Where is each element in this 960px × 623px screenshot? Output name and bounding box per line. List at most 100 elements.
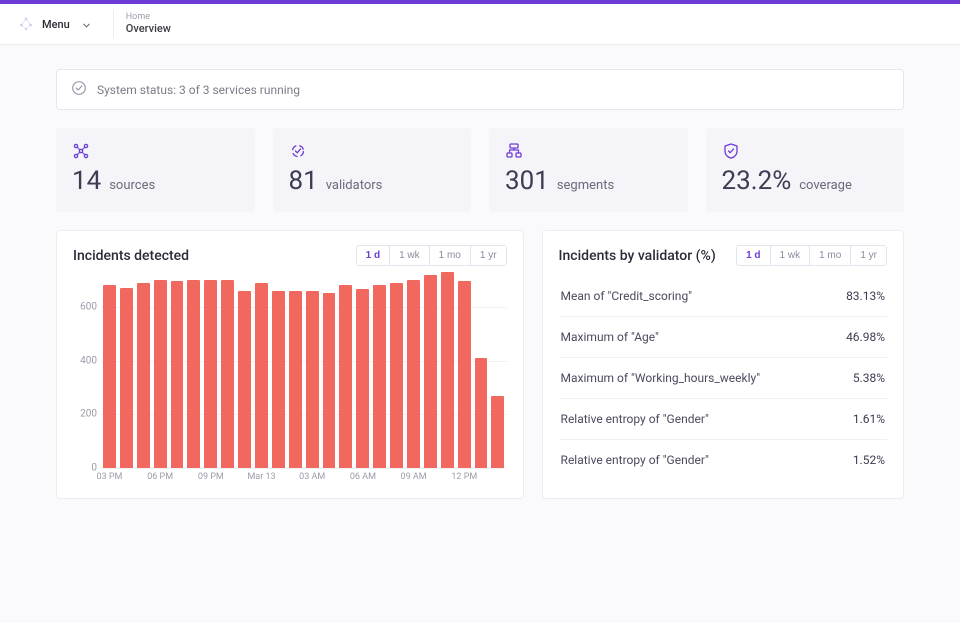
chart-bar [154,280,167,468]
chart-bar [306,291,319,468]
chart-bar [137,283,150,468]
chart-x-tick: 12 PM [451,472,477,482]
stat-value: 301 [505,166,549,196]
chart-gridline [101,468,507,469]
chart-bar [441,272,454,468]
chart-x-tick: 03 PM [96,472,122,482]
chart-x-tick: 06 PM [147,472,173,482]
validator-percent: 83.13% [846,289,885,303]
stat-label: coverage [799,178,852,193]
chart-y-axis: 0200400600 [73,276,101,486]
chart-y-tick: 400 [80,355,97,366]
check-circle-icon [71,80,87,99]
validator-name: Maximum of "Working_hours_weekly" [561,371,761,385]
stat-value: 14 [72,166,101,196]
incidents-by-validator-panel: Incidents by validator (%) 1 d1 wk1 mo1 … [542,230,904,499]
chart-bar [221,280,234,468]
chart-bar [356,289,369,468]
breadcrumb[interactable]: Home Overview [126,13,171,35]
chart-bar [272,291,285,468]
range-button-1mo[interactable]: 1 mo [809,246,850,265]
panel-header: Incidents by validator (%) 1 d1 wk1 mo1 … [559,245,887,266]
chart-bar [390,283,403,468]
chart-y-tick: 200 [80,409,97,420]
time-range-selector: 1 d1 wk1 mo1 yr [356,245,507,266]
time-range-selector: 1 d1 wk1 mo1 yr [736,245,887,266]
chart-bars [101,280,507,468]
chart-bar [120,288,133,468]
segments-icon [505,142,672,160]
panel-title: Incidents by validator (%) [559,248,716,264]
chart-bar [171,281,184,468]
validator-percent: 1.61% [853,412,885,426]
incidents-detected-panel: Incidents detected 1 d1 wk1 mo1 yr 02004… [56,230,524,499]
menu-label: Menu [42,18,70,31]
sources-icon [72,142,239,160]
validator-percent: 46.98% [846,330,885,344]
validators-icon [289,142,456,160]
range-button-1d[interactable]: 1 d [737,246,769,265]
stat-cards-row: 14 sources 81 validators [56,128,904,212]
chart-bar [323,293,336,468]
page-content: System status: 3 of 3 services running 1… [0,45,960,523]
coverage-icon [722,142,889,160]
chart-bar [103,285,116,468]
chart-x-tick: 09 AM [401,472,427,482]
panel-title: Incidents detected [73,248,189,264]
range-button-1yr[interactable]: 1 yr [470,246,506,265]
chart-y-tick: 600 [80,301,97,312]
breadcrumb-current: Overview [126,23,171,35]
panel-header: Incidents detected 1 d1 wk1 mo1 yr [73,245,507,266]
chevron-down-icon [82,15,91,34]
validator-row[interactable]: Maximum of "Working_hours_weekly" 5.38% [559,358,887,399]
validator-row[interactable]: Relative entropy of "Gender" 1.52% [559,440,887,480]
validator-percent: 5.38% [853,371,885,385]
chart-x-tick: 06 AM [350,472,376,482]
system-status-text: System status: 3 of 3 services running [97,83,300,97]
stat-card-coverage[interactable]: 23.2% coverage [706,128,905,212]
stat-label: segments [557,178,614,193]
menu-dropdown[interactable]: Menu [8,4,101,44]
stat-card-sources[interactable]: 14 sources [56,128,255,212]
chart-bar [373,285,386,468]
system-status-banner: System status: 3 of 3 services running [56,69,904,110]
incidents-bar-chart: 0200400600 03 PM06 PM09 PMMar 1303 AM06 … [73,276,507,486]
validator-row[interactable]: Maximum of "Age" 46.98% [559,317,887,358]
topbar-divider [113,10,114,38]
chart-bar [289,291,302,468]
chart-x-tick: Mar 13 [247,472,275,482]
chart-bar [187,280,200,468]
panels-row: Incidents detected 1 d1 wk1 mo1 yr 02004… [56,230,904,499]
chart-bar [407,280,420,468]
stat-card-validators[interactable]: 81 validators [273,128,472,212]
chart-bar [491,396,504,469]
validator-name: Maximum of "Age" [561,330,659,344]
range-button-1d[interactable]: 1 d [357,246,389,265]
validator-list: Mean of "Credit_scoring" 83.13% Maximum of… [559,276,887,480]
chart-x-axis: 03 PM06 PM09 PMMar 1303 AM06 AM09 AM12 P… [101,470,507,486]
stat-value: 81 [289,166,318,196]
chart-bar [238,291,251,468]
chart-x-tick: 03 AM [299,472,325,482]
chart-bar [339,285,352,468]
validator-percent: 1.52% [853,453,885,467]
validator-row[interactable]: Mean of "Credit_scoring" 83.13% [559,276,887,317]
range-button-1wk[interactable]: 1 wk [770,246,810,265]
validator-name: Relative entropy of "Gender" [561,412,709,426]
app-logo-icon [18,16,34,32]
stat-label: validators [326,178,383,193]
stat-card-segments[interactable]: 301 segments [489,128,688,212]
range-button-1wk[interactable]: 1 wk [389,246,429,265]
validator-name: Relative entropy of "Gender" [561,453,709,467]
chart-plot-area: 03 PM06 PM09 PMMar 1303 AM06 AM09 AM12 P… [101,276,507,486]
range-button-1yr[interactable]: 1 yr [850,246,886,265]
validator-name: Mean of "Credit_scoring" [561,289,692,303]
chart-x-tick: 09 PM [198,472,224,482]
chart-bar [255,283,268,468]
range-button-1mo[interactable]: 1 mo [429,246,470,265]
validator-row[interactable]: Relative entropy of "Gender" 1.61% [559,399,887,440]
stat-label: sources [109,178,155,193]
chart-bar [424,275,437,468]
stat-value: 23.2% [722,166,792,196]
top-bar: Menu Home Overview [0,4,960,45]
